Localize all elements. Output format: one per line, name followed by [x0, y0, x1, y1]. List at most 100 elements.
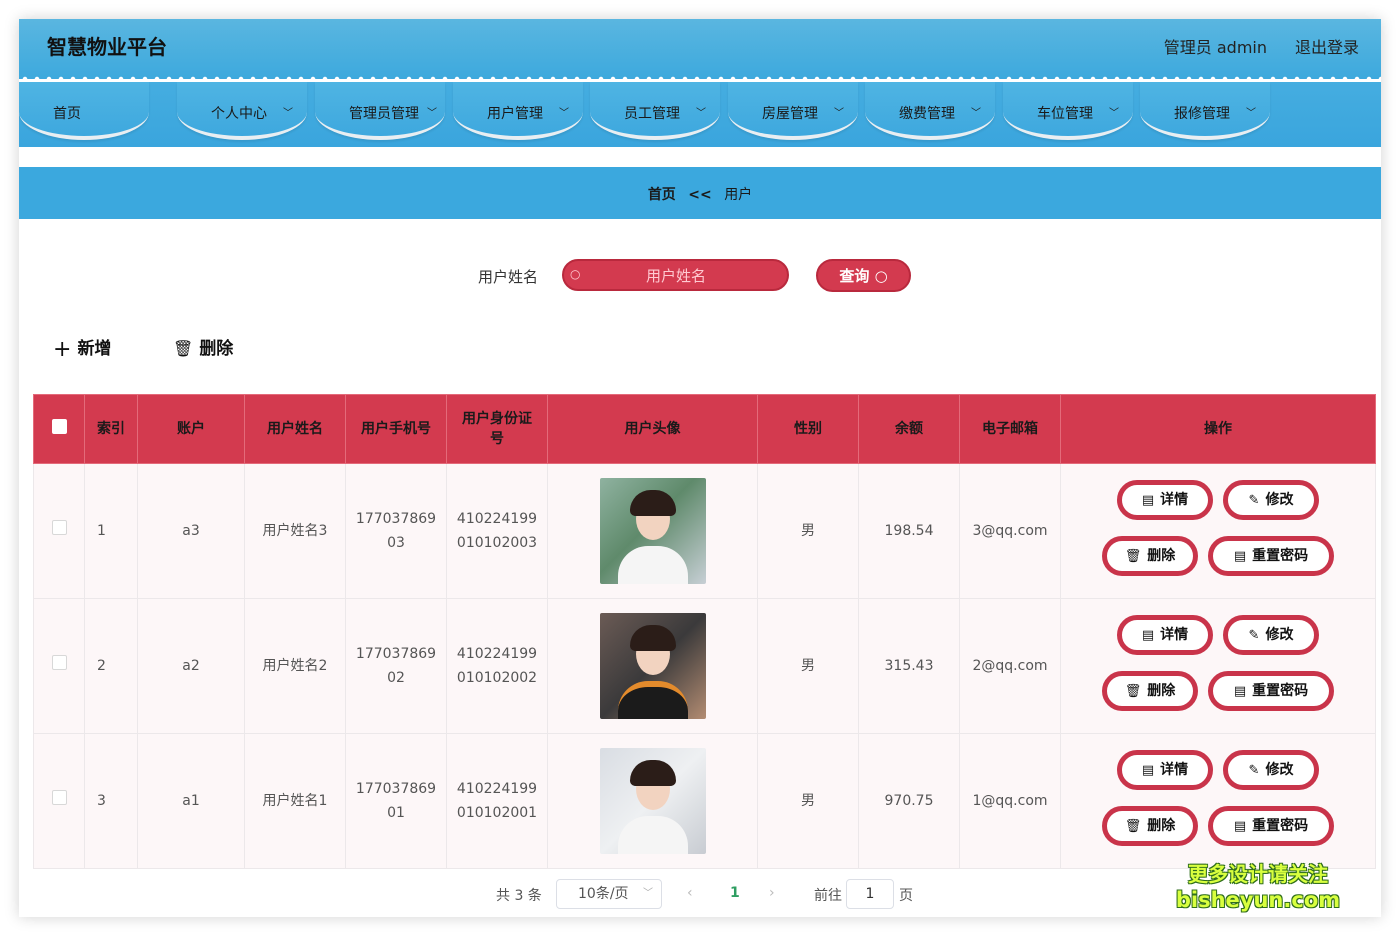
edit-label: 修改 [1265, 762, 1294, 778]
row-checkbox[interactable] [51, 655, 67, 670]
document-icon: ▤ [1233, 684, 1247, 699]
add-button[interactable]: + 新增 [53, 334, 111, 362]
row-gender: 男 [757, 733, 859, 869]
page-size-select[interactable]: 10条/页 ﹀ [556, 879, 662, 909]
search-input[interactable] [586, 265, 766, 287]
col-phone: 用户手机号 [345, 394, 447, 464]
row-phone: 177037869 01 [345, 733, 447, 869]
chevron-down-icon: ﹀ [696, 108, 706, 119]
document-icon: ▤ [1141, 493, 1155, 508]
chevron-down-icon: ﹀ [559, 108, 569, 119]
nav-label: 车位管理 [1037, 106, 1093, 122]
trash-icon: 🗑 [1124, 684, 1142, 699]
row-balance: 198.54 [858, 463, 960, 599]
col-id-card: 用户身份证号 [446, 394, 548, 464]
goto-unit: 页 [899, 888, 913, 904]
avatar [599, 748, 706, 854]
chevron-down-icon: ﹀ [283, 108, 293, 119]
edit-button[interactable]: ✎ 修改 [1223, 750, 1319, 790]
document-icon: ▤ [1141, 763, 1155, 778]
batch-delete-button[interactable]: 🗑 删除 [173, 334, 233, 359]
avatar [599, 478, 706, 584]
nav-label: 首页 [53, 106, 81, 122]
chevron-down-icon: ﹀ [1109, 108, 1119, 119]
document-icon: ▤ [1233, 819, 1247, 834]
edit-button[interactable]: ✎ 修改 [1223, 480, 1319, 520]
detail-button[interactable]: ▤ 详情 [1117, 750, 1213, 790]
nav-item-housing[interactable]: 房屋管理 ﹀ [728, 82, 858, 140]
row-select-cell [33, 463, 85, 599]
delete-label: 删除 [1147, 683, 1176, 699]
nav-item-repair[interactable]: 报修管理 ﹀ [1140, 82, 1270, 140]
watermark-line-2: bisheyun.com [1175, 888, 1341, 912]
trash-icon: 🗑 [1124, 819, 1142, 834]
phone-line: 01 [387, 805, 405, 821]
row-checkbox[interactable] [51, 520, 67, 535]
phone-line: 177037869 [355, 511, 437, 527]
watermark: 更多设计请关注 bisheyun.com [1173, 861, 1343, 913]
reset-password-button[interactable]: ▤ 重置密码 [1208, 671, 1334, 711]
nav-label: 报修管理 [1174, 106, 1230, 122]
goto-page-input[interactable] [846, 879, 894, 909]
next-page-button[interactable]: › [769, 885, 775, 901]
table-row: 3 a1 用户姓名1 177037869 01 410224199 01010200… [33, 733, 1376, 869]
col-email: 电子邮箱 [959, 394, 1061, 464]
nav-item-users[interactable]: 用户管理 ﹀ [453, 82, 583, 140]
logout-link[interactable]: 退出登录 [1295, 34, 1359, 58]
edit-button[interactable]: ✎ 修改 [1223, 615, 1319, 655]
breadcrumb-bar: 首页 << 用户 [19, 167, 1381, 219]
row-email: 2@qq.com [959, 598, 1061, 734]
user-table: 索引 账户 用户姓名 用户手机号 用户身份证号 用户头像 性别 余额 电子邮箱 … [33, 394, 1376, 869]
delete-button[interactable]: 🗑 删除 [1102, 536, 1198, 576]
row-phone: 177037869 02 [345, 598, 447, 734]
row-index: 1 [84, 463, 138, 599]
table-row: 1 a3 用户姓名3 177037869 03 410224199 01010200… [33, 463, 1376, 599]
col-name: 用户姓名 [244, 394, 346, 464]
row-select-cell [33, 598, 85, 734]
edit-label: 修改 [1265, 627, 1294, 643]
row-gender: 男 [757, 598, 859, 734]
reset-password-button[interactable]: ▤ 重置密码 [1208, 536, 1334, 576]
nav-item-personal[interactable]: 个人中心 ﹀ [177, 82, 307, 140]
table-row: 2 a2 用户姓名2 177037869 02 410224199 01010200… [33, 598, 1376, 734]
col-gender: 性别 [757, 394, 859, 464]
delete-button[interactable]: 🗑 删除 [1102, 671, 1198, 711]
delete-label: 删除 [1147, 548, 1176, 564]
delete-button[interactable]: 🗑 删除 [1102, 806, 1198, 846]
nav-item-admin[interactable]: 管理员管理 ﹀ [315, 82, 445, 140]
nav-item-home[interactable]: 首页 [19, 82, 149, 140]
nav-item-parking[interactable]: 车位管理 ﹀ [1003, 82, 1133, 140]
breadcrumb: 首页 << 用户 [19, 184, 1381, 204]
delete-button-label: 删除 [199, 339, 234, 359]
select-all-checkbox[interactable] [51, 418, 67, 434]
nav-item-payment[interactable]: 缴费管理 ﹀ [865, 82, 995, 140]
document-icon: ▤ [1233, 549, 1247, 564]
row-actions-cell: ▤ 详情 ✎ 修改 🗑 删除 ▤ 重置密码 [1060, 733, 1376, 869]
phone-line: 177037869 [355, 646, 437, 662]
reset-password-button[interactable]: ▤ 重置密码 [1208, 806, 1334, 846]
page-number-current[interactable]: 1 [730, 885, 740, 901]
prev-page-button[interactable]: ‹ [687, 885, 693, 901]
nav-item-staff[interactable]: 员工管理 ﹀ [590, 82, 720, 140]
detail-button[interactable]: ▤ 详情 [1117, 480, 1213, 520]
row-checkbox[interactable] [51, 790, 67, 805]
row-avatar-cell [547, 733, 758, 869]
row-account: a1 [137, 733, 245, 869]
detail-button[interactable]: ▤ 详情 [1117, 615, 1213, 655]
plus-icon: + [53, 337, 72, 362]
breadcrumb-home[interactable]: 首页 [648, 187, 676, 203]
document-icon: ▤ [1141, 628, 1155, 643]
row-balance: 970.75 [858, 733, 960, 869]
id-line: 010102003 [456, 535, 538, 551]
row-id-card: 410224199 010102001 [446, 733, 548, 869]
query-button[interactable]: 查询 ○ [816, 259, 911, 292]
nav-label: 房屋管理 [762, 106, 818, 122]
app-window: 智慧物业平台 管理员 admin 退出登录 首页 个人中心 ﹀ 管理员管理 ﹀ … [19, 19, 1381, 917]
top-header: 智慧物业平台 管理员 admin 退出登录 [19, 19, 1381, 79]
phone-line: 177037869 [355, 781, 437, 797]
goto-label: 前往 [814, 888, 842, 904]
id-line: 010102002 [456, 670, 538, 686]
watermark-line-1: 更多设计请关注 [1188, 862, 1328, 886]
search-icon: ○ [570, 267, 581, 281]
search-box: ○ [562, 259, 789, 291]
